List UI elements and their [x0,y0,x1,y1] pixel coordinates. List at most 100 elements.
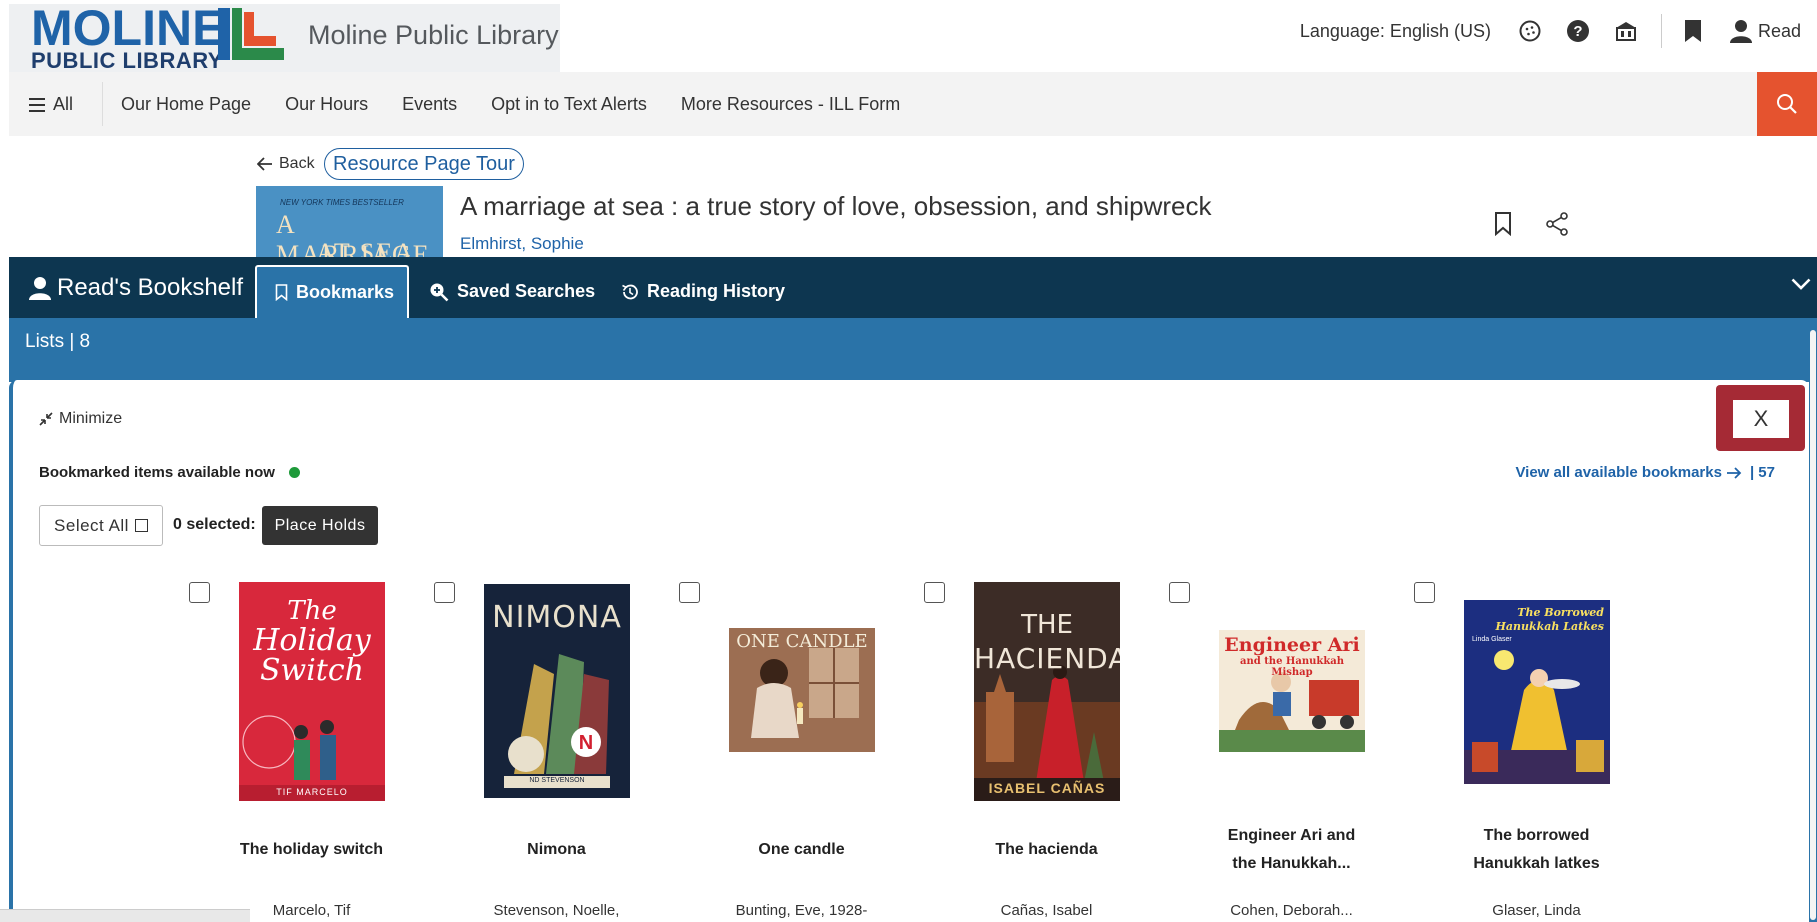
history-icon [622,284,638,299]
tab-reading-history[interactable]: Reading History [621,265,785,318]
book-author[interactable]: Glaser, Linda [1414,902,1659,919]
book-cover[interactable]: N NIMONA ND STEVENSON [484,584,630,798]
nav-link-home[interactable]: Our Home Page [121,94,251,115]
book-cover-author: ND STEVENSON [529,777,585,784]
close-button[interactable]: X [1733,400,1789,438]
book-title[interactable]: Engineer Ari and the Hanukkah... [1169,822,1414,878]
nav-link-hours[interactable]: Our Hours [285,94,368,115]
bookmark-item: The Borrowed Hanukkah Latkes Linda Glase… [1414,580,1659,922]
main-nav: All Our Home Page Our Hours Events Opt i… [9,72,1817,136]
nav-links: Our Home Page Our Hours Events Opt in to… [121,94,934,115]
bookmark-item: The Holiday Switch TIF MARCELO The holid… [189,580,434,922]
book-title[interactable]: Nimona [434,836,679,864]
svg-text:N: N [579,732,593,754]
view-all-label: View all available bookmarks [1515,464,1722,481]
collapse-bookshelf-button[interactable] [1791,277,1811,295]
book-author[interactable]: Bunting, Eve, 1928- [679,902,924,919]
book-author[interactable]: Stevenson, Noelle, [434,902,679,919]
bookmark-checkbox[interactable] [189,582,210,603]
available-status-dot [288,467,300,478]
book-cover-title-3: Switch [259,653,364,688]
resource-page-tour-button[interactable]: Resource Page Tour [324,148,524,180]
library-logo[interactable]: MOLINE PUBLIC LIBRARY Moline Public Libr… [9,0,560,73]
bookmark-icon[interactable] [1680,18,1706,44]
book-title[interactable]: The hacienda [924,836,1169,864]
book-cover[interactable]: The Borrowed Hanukkah Latkes Linda Glase… [1464,600,1610,784]
resource-author-link[interactable]: Elmhirst, Sophie [460,234,584,254]
chevron-down-icon [1791,278,1811,290]
bookmark-outline-icon [275,284,288,301]
lists-bar[interactable]: Lists | 8 [9,318,1817,370]
share-button[interactable] [1530,212,1584,236]
back-link[interactable]: Back [257,155,315,173]
all-menu-button[interactable]: All [29,94,73,115]
book-cover-title: ONE CANDLE [736,631,868,652]
hamburger-icon [29,97,45,112]
book-author[interactable]: Cohen, Deborah... [1169,902,1414,919]
bookshelf-header: Read's Bookshelf Bookmarks Saved Searche… [9,257,1817,318]
bookmark-checkbox[interactable] [679,582,700,603]
book-author[interactable]: Cañas, Isabel [924,902,1169,919]
book-cover-author: ISABEL CAÑAS [988,780,1106,796]
bookmark-checkbox[interactable] [1414,582,1435,603]
book-title-line-2: Hanukkah latkes [1473,855,1600,872]
all-menu-label: All [53,94,74,114]
nav-divider [102,82,103,126]
available-now-label: Bookmarked items available now [39,464,275,481]
book-cover[interactable]: THE HACIENDA ISABEL CAÑAS [974,582,1120,801]
selected-count: 0 selected: [173,516,256,533]
book-cover-title-2: Holiday [253,623,371,658]
language-selector[interactable]: Language: English (US) [1300,21,1491,42]
book-title[interactable]: One candle [679,836,924,864]
book-title-line-2: the Hanukkah... [1232,855,1351,872]
book-title-line-1: Engineer Ari and [1227,827,1356,844]
book-title[interactable]: The borrowed Hanukkah latkes [1414,822,1659,878]
library-name: Moline Public Library [308,20,559,50]
book-cover[interactable]: ONE CANDLE [729,628,875,752]
resource-actions [1476,212,1584,236]
book-cover[interactable]: Engineer Ari and the Hanukkah Mishap [1219,630,1365,752]
bookshelf-title-text: Read's Bookshelf [57,274,244,301]
user-icon [29,277,51,300]
logo-wordmark: MOLINE PUBLIC LIBRARY [31,0,226,73]
accessibility-icon[interactable] [1517,18,1543,44]
help-icon[interactable]: ? [1565,18,1591,44]
scrollbar-thumb[interactable] [1810,330,1816,920]
user-name[interactable]: Read [1758,21,1801,42]
logo-mark-icon [218,8,284,60]
select-all-button[interactable]: Select All [39,505,163,546]
bookmark-checkbox[interactable] [924,582,945,603]
nav-link-more-resources[interactable]: More Resources - ILL Form [681,94,900,115]
bookmark-checkbox[interactable] [434,582,455,603]
nav-link-events[interactable]: Events [402,94,457,115]
search-button[interactable] [1757,72,1817,136]
checkbox-icon [134,519,148,532]
tab-saved-searches[interactable]: Saved Searches [429,265,595,318]
resource-cover-title-2: AT SEA [316,238,415,258]
arrow-right-icon [1726,466,1742,479]
share-icon [1546,212,1568,236]
minimize-button[interactable]: Minimize [39,410,122,428]
place-holds-button[interactable]: Place Holds [262,506,378,545]
user-icon[interactable] [1728,18,1754,44]
library-icon[interactable] [1613,18,1639,44]
select-all-label: Select All [54,515,129,535]
book-cover-title: The [287,596,337,626]
tab-reading-history-label: Reading History [647,281,786,301]
resource-cover-tagline: NEW YORK TIMES BESTSELLER [280,198,404,207]
bookmark-item: Engineer Ari and the Hanukkah Mishap Eng… [1169,580,1414,922]
view-all-count: | 57 [1749,464,1775,481]
utility-divider [1660,14,1662,48]
bookmark-checkbox[interactable] [1169,582,1190,603]
book-cover-title: NIMONA [492,600,622,635]
nav-link-text-alerts[interactable]: Opt in to Text Alerts [491,94,647,115]
bookmark-item: ONE CANDLE One candle Bunting, Eve, 1928… [679,580,924,922]
save-for-later-button[interactable] [1476,212,1530,236]
tab-bookmarks[interactable]: Bookmarks [255,265,409,318]
resource-title: A marriage at sea : a true story of love… [460,191,1212,221]
book-cover[interactable]: The Holiday Switch TIF MARCELO [239,582,385,801]
view-all-bookmarks-link[interactable]: View all available bookmarks | 57 [1515,464,1775,481]
book-title[interactable]: The holiday switch [189,836,434,864]
logo-sub-text: PUBLIC LIBRARY [31,48,223,73]
logo-main-text: MOLINE [31,0,226,56]
